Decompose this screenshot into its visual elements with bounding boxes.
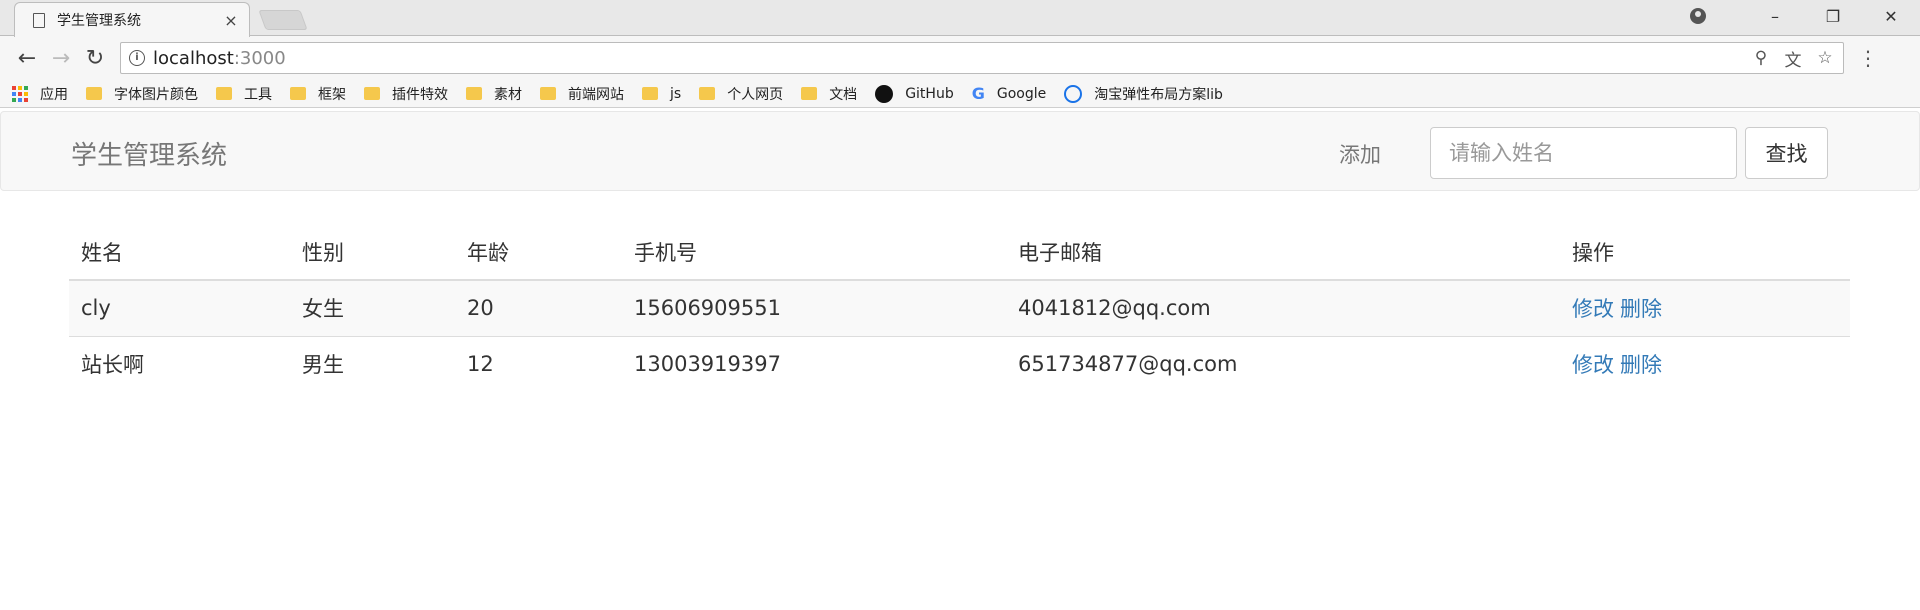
app-navbar: 学生管理系统 添加 查找 <box>0 111 1920 191</box>
bookmark-label: 应用 <box>40 86 68 103</box>
folder-icon <box>699 87 716 100</box>
folder-icon <box>86 87 102 100</box>
add-link[interactable]: 添加 <box>1339 139 1381 169</box>
google-icon: G <box>971 84 985 103</box>
bookmark-label: 素材 <box>494 86 522 103</box>
bookmark-folder[interactable]: 框架 <box>290 84 346 104</box>
tab-close-icon[interactable]: × <box>223 11 239 30</box>
cell-email: 651734877@qq.com <box>1006 335 1560 392</box>
bookmark-label: 框架 <box>318 86 346 103</box>
folder-icon <box>466 87 482 100</box>
back-icon[interactable]: ← <box>10 41 44 75</box>
bookmark-folder[interactable]: js <box>642 86 681 102</box>
zoom-icon[interactable]: ⚲ <box>1751 48 1771 68</box>
student-table: 姓名 性别 年龄 手机号 电子邮箱 操作 cly 女生 20 156069095… <box>69 224 1850 392</box>
column-header-phone: 手机号 <box>622 224 1006 281</box>
bookmark-folder[interactable]: 文档 <box>801 84 857 104</box>
column-header-age: 年龄 <box>455 224 622 281</box>
minimize-icon[interactable]: – <box>1746 7 1804 26</box>
table-row: 站长啊 男生 12 13003919397 651734877@qq.com 修… <box>69 335 1850 392</box>
github-icon <box>875 84 894 103</box>
brand-title[interactable]: 学生管理系统 <box>71 135 227 172</box>
reload-icon[interactable]: ↻ <box>78 41 112 75</box>
cell-name: cly <box>69 279 290 336</box>
tab-title: 学生管理系统 <box>57 13 141 29</box>
cell-gender: 女生 <box>290 279 455 336</box>
cell-phone: 13003919397 <box>622 335 1006 392</box>
delete-link[interactable]: 删除 <box>1620 297 1662 321</box>
folder-icon <box>642 87 658 100</box>
edit-link[interactable]: 修改 <box>1572 297 1614 321</box>
cell-age: 20 <box>455 279 622 336</box>
bookmark-label: 个人网页 <box>727 86 784 103</box>
bookmark-folder[interactable]: 素材 <box>466 84 522 104</box>
bookmark-label: 前端网站 <box>568 86 624 103</box>
info-icon[interactable]: i <box>129 50 145 66</box>
bookmark-label: GitHub <box>905 85 954 102</box>
cell-name: 站长啊 <box>69 335 290 392</box>
translate-icon[interactable]: 文 <box>1783 46 1803 71</box>
taobao-icon <box>1064 84 1083 103</box>
cell-actions: 修改 删除 <box>1560 335 1850 392</box>
folder-icon <box>216 87 232 100</box>
edit-link[interactable]: 修改 <box>1572 353 1614 377</box>
search-button[interactable]: 查找 <box>1745 127 1828 179</box>
bookmark-folder[interactable]: 前端网站 <box>540 84 624 104</box>
browser-menu-icon[interactable]: ⋮ <box>1858 46 1878 70</box>
window-controls: – ❐ ✕ <box>1690 0 1920 32</box>
search-input[interactable] <box>1430 127 1737 179</box>
column-header-gender: 性别 <box>290 224 455 281</box>
cell-gender: 男生 <box>290 335 455 392</box>
bookmarks-bar: 应用 字体图片颜色 工具 框架 插件特效 素材 前端网站 js 个人网页 文档 … <box>0 80 1920 108</box>
close-window-icon[interactable]: ✕ <box>1862 7 1920 26</box>
folder-icon <box>801 87 818 100</box>
bookmark-star-icon[interactable]: ☆ <box>1815 48 1835 68</box>
delete-link[interactable]: 删除 <box>1620 353 1662 377</box>
table-row: cly 女生 20 15606909551 4041812@qq.com 修改删… <box>69 279 1850 336</box>
bookmark-folder[interactable]: 字体图片颜色 <box>86 84 198 104</box>
new-tab-button[interactable] <box>258 10 308 30</box>
folder-icon <box>290 87 306 100</box>
address-host: localhost <box>153 47 234 69</box>
column-header-email: 电子邮箱 <box>1006 224 1560 281</box>
browser-tab[interactable]: 学生管理系统 × <box>14 2 250 37</box>
bookmark-apps[interactable]: 应用 <box>12 84 68 104</box>
folder-icon <box>540 87 556 100</box>
column-header-name: 姓名 <box>69 224 290 281</box>
bookmark-google[interactable]: G Google <box>972 84 1047 103</box>
cell-actions: 修改 删除 <box>1560 279 1850 336</box>
address-bar[interactable]: i localhost:3000 ⚲ 文 ☆ <box>120 42 1844 74</box>
forward-icon[interactable]: → <box>44 41 78 75</box>
cell-phone: 15606909551 <box>622 279 1006 336</box>
bookmark-label: 字体图片颜色 <box>114 86 198 103</box>
bookmark-taobao[interactable]: 淘宝弹性布局方案lib <box>1064 84 1223 104</box>
cell-email: 4041812@qq.com <box>1006 279 1560 336</box>
browser-titlebar: 学生管理系统 × – ❐ ✕ <box>0 0 1920 37</box>
bookmark-label: 工具 <box>244 86 272 103</box>
bookmark-label: 插件特效 <box>392 86 448 103</box>
bookmark-label: 文档 <box>829 86 858 103</box>
address-port: :3000 <box>233 47 286 69</box>
bookmark-label: js <box>670 85 682 102</box>
folder-icon <box>364 87 380 100</box>
bookmark-folder[interactable]: 工具 <box>216 84 272 104</box>
bookmark-folder[interactable]: 插件特效 <box>364 84 448 104</box>
table-header-row: 姓名 性别 年龄 手机号 电子邮箱 操作 <box>69 224 1850 281</box>
apps-icon <box>12 85 28 102</box>
profile-icon[interactable] <box>1690 8 1706 24</box>
column-header-actions: 操作 <box>1560 224 1850 281</box>
document-icon <box>33 12 45 28</box>
bookmark-folder[interactable]: 个人网页 <box>699 84 783 104</box>
bookmark-label: Google <box>996 85 1047 102</box>
cell-age: 12 <box>455 335 622 392</box>
browser-toolbar: ← → ↻ i localhost:3000 ⚲ 文 ☆ ⋮ <box>0 36 1920 80</box>
bookmark-github[interactable]: GitHub <box>875 84 954 103</box>
restore-icon[interactable]: ❐ <box>1804 7 1862 26</box>
bookmark-label: 淘宝弹性布局方案lib <box>1094 86 1223 103</box>
